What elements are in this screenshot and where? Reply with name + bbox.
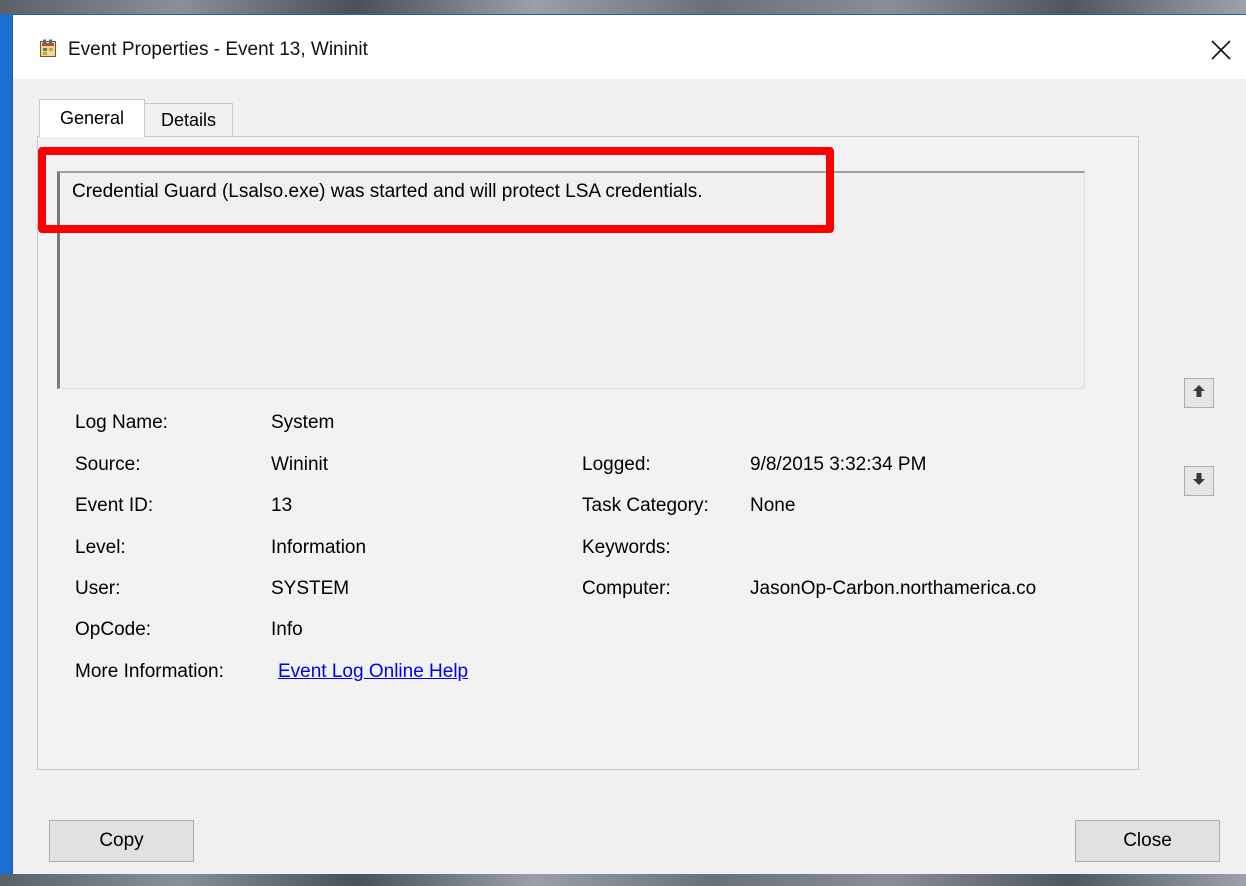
tab-details-label: Details	[160, 110, 217, 130]
desktop-background-bottom	[0, 874, 1246, 886]
computer-value: JasonOp-Carbon.northamerica.co	[750, 578, 1037, 599]
user-value: SYSTEM	[271, 578, 350, 599]
log-name-value: System	[271, 412, 335, 433]
dialog-body: General Details Credential Guard (Lsalso…	[13, 79, 1246, 874]
source-value: Wininit	[271, 454, 329, 475]
arrow-down-icon	[1192, 472, 1206, 491]
window-title: Event Properties - Event 13, Wininit	[68, 39, 368, 60]
level-value: Information	[271, 537, 367, 558]
copy-button-label: Copy	[99, 830, 144, 851]
copy-button[interactable]: Copy	[49, 820, 194, 862]
event-description-box[interactable]: Credential Guard (Lsalso.exe) was starte…	[57, 171, 1085, 389]
event-properties-dialog: Event Properties - Event 13, Wininit Gen…	[12, 14, 1246, 874]
event-id-label: Event ID:	[75, 495, 154, 516]
computer-label: Computer:	[582, 578, 671, 599]
arrow-up-icon	[1192, 384, 1206, 403]
user-label: User:	[75, 578, 121, 599]
desktop-background-top	[0, 0, 1246, 14]
task-category-label: Task Category:	[582, 495, 709, 516]
title-bar[interactable]: Event Properties - Event 13, Wininit	[13, 15, 1246, 79]
task-category-value: None	[750, 495, 796, 516]
event-id-value: 13	[271, 495, 293, 516]
close-button-label: Close	[1123, 830, 1172, 851]
event-properties-icon	[40, 39, 56, 57]
more-information-label: More Information:	[75, 661, 224, 682]
previous-event-button[interactable]	[1184, 378, 1214, 408]
logged-value: 9/8/2015 3:32:34 PM	[750, 454, 927, 475]
general-tab-panel: Credential Guard (Lsalso.exe) was starte…	[37, 136, 1139, 770]
tab-general-label: General	[59, 108, 125, 128]
source-label: Source:	[75, 454, 141, 475]
close-button[interactable]: Close	[1075, 820, 1220, 862]
keywords-label: Keywords:	[582, 537, 671, 558]
opcode-label: OpCode:	[75, 619, 152, 640]
log-name-label: Log Name:	[75, 412, 168, 433]
tab-details[interactable]: Details	[145, 103, 233, 137]
logged-label: Logged:	[582, 454, 651, 475]
level-label: Level:	[75, 537, 126, 558]
event-description-text: Credential Guard (Lsalso.exe) was starte…	[72, 181, 703, 202]
close-icon[interactable]	[1198, 27, 1244, 73]
opcode-value: Info	[271, 619, 303, 640]
tab-general[interactable]: General	[39, 99, 145, 137]
next-event-button[interactable]	[1184, 466, 1214, 496]
event-log-online-help-link[interactable]: Event Log Online Help	[278, 661, 468, 683]
